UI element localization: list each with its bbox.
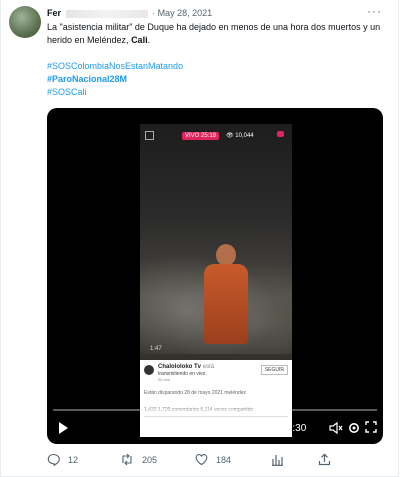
follow-button: SEGUIR: [260, 365, 288, 375]
chat-icon: [277, 131, 284, 137]
eye-icon: 👁: [226, 133, 234, 139]
analytics-button[interactable]: [271, 453, 284, 466]
reply-count: 12: [68, 454, 79, 465]
page-time: 25 min ·: [158, 377, 173, 382]
video-player[interactable]: VIVO 25:18 👁 10,044 1:47 Chalololoko Tv …: [47, 108, 383, 444]
video-frame: VIVO 25:18 👁 10,044 1:47 Chalololoko Tv …: [140, 124, 292, 437]
hashtag-paro-nacional[interactable]: #ParoNacional28M: [47, 73, 387, 86]
view-count-value: 10,044: [235, 133, 254, 139]
person-figure: [202, 244, 250, 344]
author-name[interactable]: Fer: [47, 8, 61, 18]
tweet-header: Fer · May 28, 2021: [47, 8, 212, 19]
tweet-date[interactable]: May 28, 2021: [158, 8, 213, 18]
reply-icon: [47, 453, 60, 466]
fullscreen-icon[interactable]: [365, 421, 377, 436]
more-options-icon[interactable]: ···: [367, 4, 382, 18]
retweet-button[interactable]: 205: [120, 453, 157, 466]
page-name: Chalololoko Tv está: [158, 364, 214, 370]
analytics-icon: [272, 455, 283, 466]
tweet-card[interactable]: Fer · May 28, 2021 ··· La "asistencia mi…: [0, 0, 399, 477]
retweet-count: 205: [142, 454, 158, 465]
tweet-text-end: .: [147, 35, 151, 45]
play-icon[interactable]: [59, 422, 68, 434]
picture-corner-icon: [145, 131, 154, 140]
tweet-actions: 12 205 184: [47, 453, 347, 467]
like-count: 184: [216, 454, 232, 465]
hashtag-sos-colombia[interactable]: #SOSColombiaNosEstanMatando: [47, 60, 387, 73]
share-button[interactable]: [318, 453, 331, 466]
retweet-icon: [122, 453, 132, 466]
video-time: 0:00 / 0:30: [259, 423, 307, 434]
page-name-suffix: está: [202, 364, 215, 370]
page-name-text: Chalololoko Tv: [158, 364, 202, 370]
settings-icon[interactable]: [347, 421, 361, 438]
overlay-timestamp: 1:47: [150, 346, 162, 352]
like-button[interactable]: 184: [195, 453, 231, 466]
live-badge: VIVO 25:18: [182, 132, 220, 140]
page-avatar: [144, 365, 154, 375]
tweet-text: La "asistencia militar" de Duque ha deja…: [47, 21, 387, 99]
post-description: Están disparando 28 de mayo 2021 melénde…: [144, 390, 247, 396]
separator-dot: ·: [152, 8, 156, 18]
avatar[interactable]: [9, 6, 41, 38]
hashtag-sos-cali[interactable]: #SOSCali: [47, 86, 387, 99]
tweet-text-bold: Cali: [131, 35, 148, 45]
view-count: 👁 10,044: [226, 132, 254, 139]
video-controls: 0:00 / 0:30: [47, 416, 383, 444]
share-icon: [318, 453, 331, 466]
heart-icon: [195, 454, 208, 466]
video-progress-bar[interactable]: [53, 409, 377, 411]
reply-button[interactable]: 12: [47, 453, 78, 466]
author-handle-redacted: [65, 9, 148, 18]
tweet-text-main: La "asistencia militar" de Duque ha deja…: [47, 22, 381, 45]
mute-icon[interactable]: [329, 421, 343, 438]
